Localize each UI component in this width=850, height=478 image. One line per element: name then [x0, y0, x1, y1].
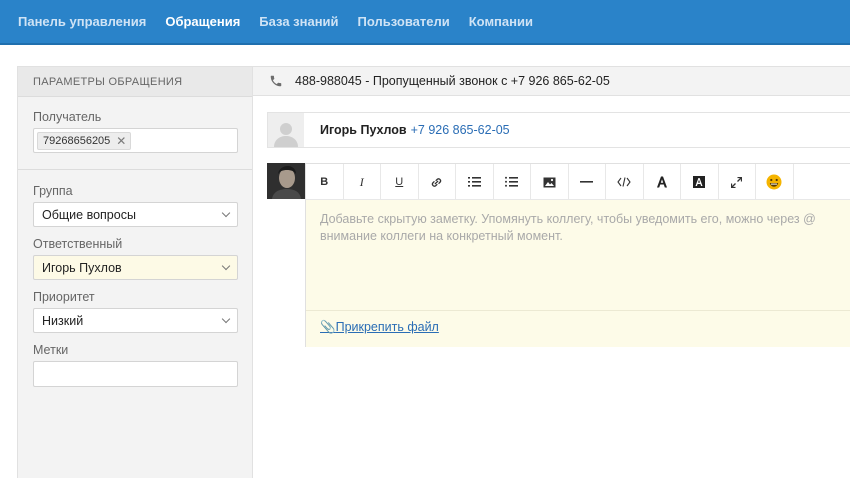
- image-button[interactable]: [531, 164, 569, 200]
- nav-item-knowledge-base[interactable]: База знаний: [259, 14, 338, 29]
- fullscreen-button[interactable]: [719, 164, 756, 200]
- attach-divider: [306, 310, 850, 311]
- contact-row: Игорь Пухлов +7 926 865-62-05: [267, 112, 850, 148]
- recipient-label: Получатель: [33, 110, 102, 124]
- attach-file-link[interactable]: 📎Прикрепить файл: [320, 320, 439, 335]
- priority-select-value: Низкий: [42, 313, 84, 328]
- italic-button[interactable]: I: [344, 164, 381, 200]
- agent-photo-icon: [267, 163, 305, 199]
- nav-item-tickets[interactable]: Обращения: [165, 14, 240, 29]
- remove-tag-icon[interactable]: ✕: [116, 134, 126, 148]
- recipient-tag-text: 79268656205: [43, 135, 111, 147]
- nav-item-companies[interactable]: Компании: [469, 14, 533, 29]
- contact-phone[interactable]: +7 926 865-62-05: [411, 123, 510, 137]
- priority-select[interactable]: Низкий: [33, 308, 238, 333]
- recipient-input[interactable]: 79268656205 ✕: [33, 128, 238, 153]
- group-label: Группа: [33, 184, 73, 198]
- underline-label: U: [395, 176, 404, 188]
- nav-item-dashboard[interactable]: Панель управления: [18, 14, 146, 29]
- background-color-button[interactable]: [681, 164, 719, 200]
- chevron-down-icon: [221, 314, 231, 324]
- paperclip-icon: 📎: [320, 320, 336, 334]
- tags-input[interactable]: [33, 361, 238, 387]
- bullet-list-button[interactable]: [494, 164, 531, 200]
- image-icon: [543, 177, 556, 187]
- top-nav: Панель управления Обращения База знаний …: [0, 0, 850, 45]
- text-color-icon: [656, 176, 667, 188]
- tags-label: Метки: [33, 343, 69, 357]
- italic-label: I: [359, 174, 364, 189]
- avatar: [268, 113, 304, 147]
- note-placeholder: Добавьте скрытую заметку. Упомянуть колл…: [320, 212, 816, 243]
- horizontal-rule-button[interactable]: [569, 164, 606, 200]
- code-icon: [617, 177, 631, 187]
- note-textarea[interactable]: Добавьте скрытую заметку. Упомянуть колл…: [306, 200, 850, 347]
- panel-title: ПАРАМЕТРЫ ОБРАЩЕНИЯ: [18, 67, 252, 97]
- link-icon: [432, 177, 442, 187]
- expand-icon: [731, 176, 743, 188]
- nav-item-users[interactable]: Пользователи: [358, 14, 450, 29]
- bold-button[interactable]: B: [306, 164, 344, 200]
- emoji-icon: [766, 174, 782, 190]
- link-button[interactable]: [419, 164, 456, 200]
- priority-label: Приоритет: [33, 290, 95, 304]
- ticket-title: 488-988045 - Пропущенный звонок с +7 926…: [295, 74, 610, 88]
- assignee-select[interactable]: Игорь Пухлов: [33, 255, 238, 280]
- chevron-down-icon: [221, 261, 231, 271]
- chevron-down-icon: [221, 208, 231, 218]
- contact-name[interactable]: Игорь Пухлов: [320, 123, 407, 137]
- divider: [18, 169, 252, 170]
- agent-avatar: [267, 163, 305, 199]
- bullet-list-icon: [505, 176, 519, 187]
- recipient-tag: 79268656205 ✕: [37, 132, 132, 150]
- ordered-list-icon: [467, 177, 481, 187]
- group-select-value: Общие вопросы: [42, 207, 136, 222]
- phone-icon: [270, 75, 282, 87]
- code-button[interactable]: [606, 164, 644, 200]
- group-select[interactable]: Общие вопросы: [33, 202, 238, 227]
- user-icon: [274, 123, 298, 147]
- note-editor: B I U Добавьте скрытую заметку. Упомянут…: [305, 163, 850, 347]
- underline-button[interactable]: U: [381, 164, 419, 200]
- text-color-button[interactable]: [644, 164, 681, 200]
- emoji-button[interactable]: [756, 164, 794, 200]
- assignee-label: Ответственный: [33, 237, 123, 251]
- attach-file-label: Прикрепить файл: [335, 320, 439, 334]
- ticket-header: 488-988045 - Пропущенный звонок с +7 926…: [253, 66, 850, 96]
- ticket-params-panel: ПАРАМЕТРЫ ОБРАЩЕНИЯ Получатель 792686562…: [17, 66, 253, 478]
- editor-toolbar: B I U: [306, 164, 850, 200]
- background-color-icon: [693, 176, 706, 188]
- bold-label: B: [320, 176, 329, 188]
- ordered-list-button[interactable]: [456, 164, 494, 200]
- horizontal-rule-icon: [580, 181, 594, 183]
- assignee-select-value: Игорь Пухлов: [42, 260, 122, 275]
